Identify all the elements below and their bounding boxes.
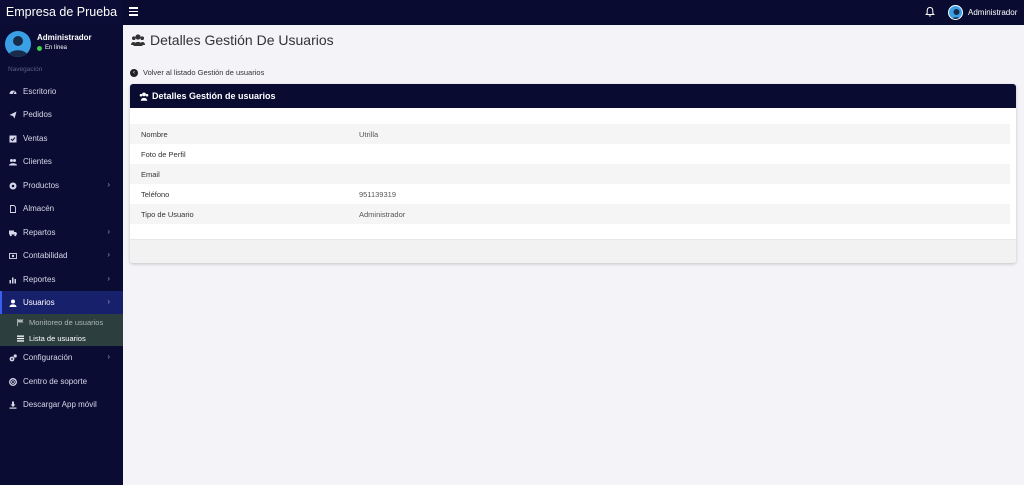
sidebar-item-productos[interactable]: Productos › <box>0 174 123 197</box>
user-icon <box>9 299 17 307</box>
sidebar-item-label: Ventas <box>23 134 48 143</box>
card-header: Detalles Gestión de usuarios <box>130 84 1016 108</box>
user-menu[interactable]: Administrador <box>948 4 1017 21</box>
status-badge: En línea <box>37 45 67 51</box>
online-dot-icon <box>37 45 42 51</box>
sidebar-subitem-label: Lista de usuarios <box>29 333 86 343</box>
users-icon <box>131 34 145 46</box>
table-row: Foto de Perfil <box>130 144 1010 164</box>
card-footer <box>130 239 1016 263</box>
field-label: Tipo de Usuario <box>141 210 194 219</box>
sidebar: Administrador En línea Navegación Escrit… <box>0 25 123 485</box>
sidebar-item-clientes[interactable]: Clientes <box>0 150 123 173</box>
nav-header: Navegación <box>8 66 43 73</box>
sidebar-profile: Administrador En línea <box>5 31 123 59</box>
paper-plane-icon <box>9 111 17 118</box>
field-label: Email <box>141 170 160 179</box>
chevron-right-icon: › <box>107 352 110 361</box>
sidebar-item-label: Usuarios <box>23 298 55 307</box>
chevron-right-icon: › <box>107 274 110 283</box>
sidebar-item-almacen[interactable]: Almacén <box>0 197 123 220</box>
sidebar-item-label: Contabilidad <box>23 251 68 260</box>
sidebar-item-label: Productos <box>23 181 60 190</box>
users-icon <box>9 158 17 165</box>
page-header: Detalles Gestión De Usuarios <box>131 32 334 48</box>
sidebar-item-label: Escritorio <box>23 87 57 96</box>
sidebar-item-reportes[interactable]: Reportes › <box>0 268 123 291</box>
download-icon <box>9 401 17 409</box>
list-icon <box>17 335 24 342</box>
life-ring-icon <box>9 377 17 386</box>
avatar <box>5 31 31 57</box>
field-label: Nombre <box>141 130 168 139</box>
status-text: En línea <box>45 45 68 51</box>
back-link-label: Volver al listado Gestión de usuarios <box>143 68 265 77</box>
field-value: 951139319 <box>359 190 396 199</box>
card-title: Detalles Gestión de usuarios <box>152 91 276 101</box>
avatar <box>948 5 963 20</box>
sidebar-subitem-label: Monitoreo de usuarios <box>29 317 104 327</box>
sidebar-item-configuracion[interactable]: Configuración › <box>0 346 123 369</box>
user-details-card: Detalles Gestión de usuarios Nombre Utri… <box>130 84 1016 263</box>
chevron-right-icon: › <box>107 250 110 259</box>
bell-icon[interactable] <box>924 6 936 18</box>
product-icon <box>9 182 17 189</box>
users-icon <box>139 92 149 101</box>
table-row: Nombre Utrilla <box>130 124 1010 144</box>
check-square-icon <box>9 135 17 142</box>
usuarios-submenu: Monitoreo de usuarios Lista de usuarios <box>0 314 123 346</box>
back-link[interactable]: ‹ Volver al listado Gestión de usuarios <box>130 68 264 77</box>
field-value: Utrilla <box>359 130 379 139</box>
truck-icon <box>9 230 17 236</box>
chevron-right-icon: › <box>107 227 110 236</box>
dashboard-icon <box>9 90 17 94</box>
field-label: Foto de Perfil <box>141 150 186 159</box>
sidebar-item-label: Almacén <box>23 204 55 213</box>
money-icon <box>9 252 17 259</box>
sidebar-item-label: Repartos <box>23 228 56 237</box>
chevron-right-icon: › <box>107 297 110 306</box>
top-bar: Empresa de Prueba Administrador <box>0 0 1024 25</box>
sidebar-item-contabilidad[interactable]: Contabilidad › <box>0 244 123 267</box>
profile-name: Administrador <box>37 33 92 42</box>
sidebar-item-descargar-app[interactable]: Descargar App móvil <box>0 393 123 416</box>
details-table: Nombre Utrilla Foto de Perfil Email Telé… <box>130 124 1016 224</box>
sidebar-item-usuarios[interactable]: Usuarios › <box>0 291 123 314</box>
sidebar-item-label: Configuración <box>23 353 73 362</box>
table-row: Email <box>130 164 1010 184</box>
sidebar-item-soporte[interactable]: Centro de soporte <box>0 370 123 393</box>
brand-title[interactable]: Empresa de Prueba <box>0 0 123 25</box>
table-row: Teléfono 951139319 <box>130 184 1010 204</box>
table-row: Tipo de Usuario Administrador <box>130 204 1010 224</box>
sidebar-item-repartos[interactable]: Repartos › <box>0 221 123 244</box>
sidebar-item-pedidos[interactable]: Pedidos <box>0 103 123 126</box>
document-icon <box>10 204 16 213</box>
sidebar-item-label: Descargar App móvil <box>23 400 97 409</box>
circle-arrow-left-icon: ‹ <box>130 68 138 77</box>
field-value: Administrador <box>359 210 406 219</box>
sidebar-item-escritorio[interactable]: Escritorio <box>0 80 123 103</box>
gears-icon <box>9 353 17 361</box>
sidebar-item-label: Reportes <box>23 275 56 284</box>
page-title: Detalles Gestión De Usuarios <box>150 32 334 48</box>
sidebar-subitem-monitoreo[interactable]: Monitoreo de usuarios <box>0 314 123 330</box>
field-label: Teléfono <box>141 190 170 199</box>
menu-toggle-icon[interactable] <box>129 7 138 17</box>
sidebar-item-ventas[interactable]: Ventas <box>0 127 123 150</box>
flag-icon <box>17 318 24 326</box>
sidebar-subitem-lista[interactable]: Lista de usuarios <box>0 330 123 346</box>
chevron-right-icon: › <box>107 180 110 189</box>
sidebar-item-label: Pedidos <box>23 110 52 119</box>
bar-chart-icon <box>9 277 16 283</box>
user-name: Administrador <box>968 8 1018 17</box>
sidebar-item-label: Clientes <box>23 157 52 166</box>
sidebar-item-label: Centro de soporte <box>23 377 88 386</box>
